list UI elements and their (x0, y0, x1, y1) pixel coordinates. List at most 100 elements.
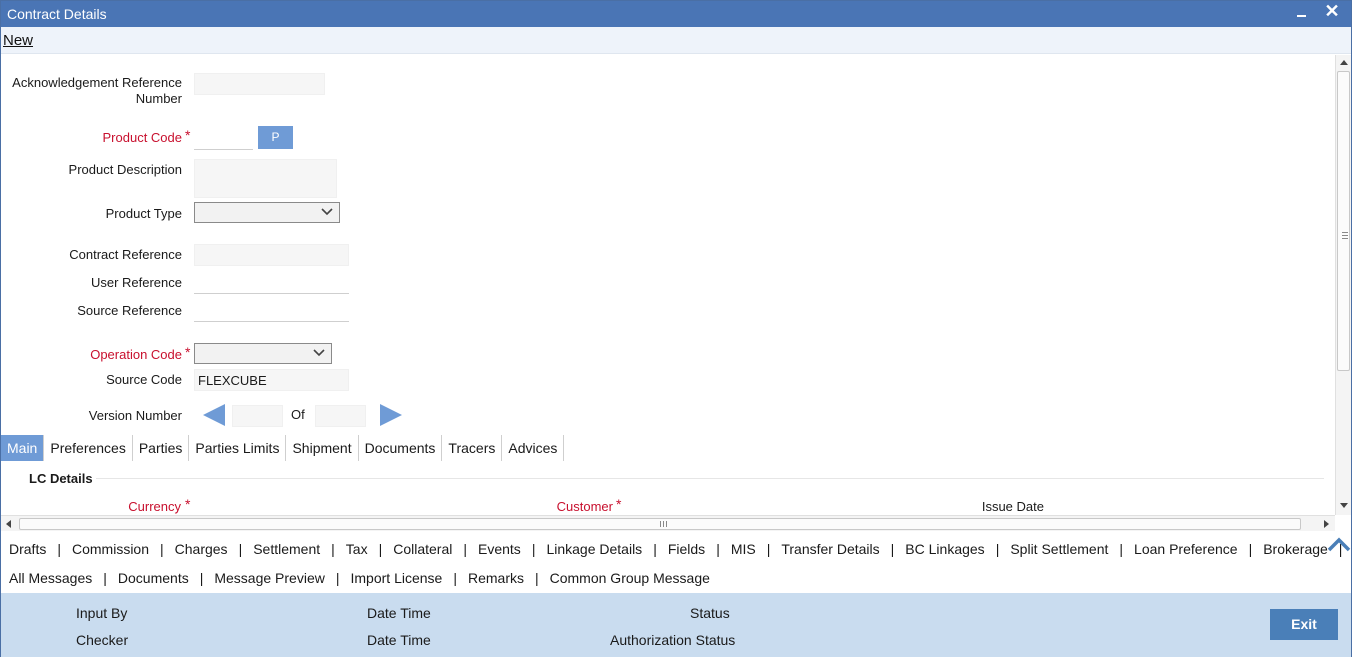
scroll-left-icon[interactable] (6, 520, 11, 528)
product-description-label: Product Description (68, 162, 182, 177)
arrow-left-icon[interactable] (203, 404, 225, 426)
version-of-label: Of (291, 407, 305, 422)
tab-shipment[interactable]: Shipment (286, 435, 359, 461)
link-message-preview[interactable]: Message Preview (214, 570, 325, 586)
tab-parties[interactable]: Parties (132, 435, 190, 461)
link-events[interactable]: Events (478, 541, 521, 557)
scroll-down-icon[interactable] (1340, 503, 1348, 508)
link-separator: | (766, 541, 771, 557)
link-separator: | (378, 541, 383, 557)
link-drafts[interactable]: Drafts (9, 541, 46, 557)
authorization-status-label: Authorization Status (610, 632, 736, 648)
input-by-label: Input By (76, 605, 128, 621)
scroll-up-icon[interactable] (1340, 60, 1348, 65)
tab-advices[interactable]: Advices (502, 435, 565, 461)
scroll-right-icon[interactable] (1324, 520, 1329, 528)
ack-ref-field[interactable] (194, 73, 325, 95)
link-separator: | (160, 541, 164, 557)
status-label: Status (690, 605, 730, 621)
product-code-field[interactable] (194, 127, 253, 150)
link-common-group-message[interactable]: Common Group Message (550, 570, 710, 586)
new-link[interactable]: New (3, 32, 33, 49)
contract-form: Acknowledgement Reference Number Product… (1, 55, 1335, 515)
vertical-scrollbar[interactable] (1335, 55, 1351, 515)
link-mis[interactable]: MIS (731, 541, 756, 557)
link-split-settlement[interactable]: Split Settlement (1010, 541, 1108, 557)
required-star: * (185, 496, 191, 512)
chevron-up-icon[interactable] (1327, 536, 1351, 552)
operation-code-select[interactable] (194, 343, 332, 364)
tab-preferences[interactable]: Preferences (44, 435, 133, 461)
link-collateral[interactable]: Collateral (393, 541, 452, 557)
close-icon[interactable]: ✕ (1323, 2, 1341, 22)
link-separator: | (890, 541, 895, 557)
grip-icon (1342, 232, 1348, 239)
product-code-label: Product Code (102, 130, 183, 145)
grip-icon (660, 521, 667, 527)
required-star: * (185, 127, 191, 143)
horizontal-scroll-thumb[interactable] (19, 518, 1301, 530)
subsystem-links: Drafts | Commission | Charges | Settlement | Tax… (1, 532, 1351, 593)
link-separator: | (653, 541, 657, 557)
version-number-label: Version Number (88, 408, 182, 423)
tab-bar: Main Preferences Parties Parties Limits … (1, 435, 565, 461)
product-lookup-button[interactable]: P (258, 126, 293, 149)
links-row-1: Drafts | Commission | Charges | Settlement | Tax… (9, 541, 1352, 557)
link-brokerage[interactable]: Brokerage (1263, 541, 1328, 557)
link-bc-linkages[interactable]: BC Linkages (905, 541, 984, 557)
currency-label: Currency (128, 499, 181, 514)
link-fields[interactable]: Fields (668, 541, 705, 557)
user-reference-field[interactable] (194, 272, 349, 294)
product-type-select[interactable] (194, 202, 340, 223)
horizontal-scrollbar[interactable] (1, 515, 1335, 531)
link-separator: | (1248, 541, 1253, 557)
tab-tracers[interactable]: Tracers (442, 435, 503, 461)
link-transfer-details[interactable]: Transfer Details (781, 541, 879, 557)
link-remarks[interactable]: Remarks (468, 570, 524, 586)
tab-parties-limits[interactable]: Parties Limits (189, 435, 287, 461)
section-divider (96, 478, 1324, 479)
tab-main[interactable]: Main (1, 435, 45, 461)
exit-button[interactable]: Exit (1270, 609, 1338, 640)
link-separator: | (534, 570, 539, 586)
operation-code-label: Operation Code (90, 347, 182, 362)
date-time-label: Date Time (367, 632, 431, 648)
source-code-value: FLEXCUBE (198, 373, 267, 388)
chevron-down-icon (313, 349, 325, 357)
link-documents[interactable]: Documents (118, 570, 189, 586)
link-all-messages[interactable]: All Messages (9, 570, 92, 586)
version-current-field[interactable] (232, 405, 283, 427)
link-separator: | (238, 541, 243, 557)
audit-footer: Input By Checker Date Time Date Time Sta… (1, 593, 1351, 657)
menu-bar: New (1, 27, 1351, 54)
link-import-license[interactable]: Import License (351, 570, 443, 586)
product-description-field[interactable] (194, 159, 337, 198)
arrow-right-icon[interactable] (380, 404, 402, 426)
date-time-label: Date Time (367, 605, 431, 621)
chevron-down-icon (321, 208, 333, 216)
link-charges[interactable]: Charges (175, 541, 228, 557)
link-linkage-details[interactable]: Linkage Details (546, 541, 642, 557)
link-separator: | (716, 541, 720, 557)
link-settlement[interactable]: Settlement (253, 541, 320, 557)
user-reference-label: User Reference (90, 275, 182, 290)
contract-reference-field[interactable] (194, 244, 349, 266)
source-reference-label: Source Reference (77, 303, 182, 318)
link-separator: | (463, 541, 467, 557)
version-total-field[interactable] (315, 405, 366, 427)
tab-documents[interactable]: Documents (358, 435, 443, 461)
source-code-field[interactable]: FLEXCUBE (194, 369, 349, 391)
minimize-icon[interactable] (1293, 4, 1309, 22)
product-type-label: Product Type (105, 206, 182, 221)
link-separator: | (103, 570, 107, 586)
issue-date-label: Issue Date (981, 499, 1044, 514)
window-title: Contract Details (7, 6, 107, 22)
contract-reference-label: Contract Reference (69, 247, 182, 262)
source-code-label: Source Code (106, 372, 182, 387)
link-loan-preference[interactable]: Loan Preference (1134, 541, 1238, 557)
link-commission[interactable]: Commission (72, 541, 149, 557)
vertical-scroll-thumb[interactable] (1337, 71, 1350, 371)
link-tax[interactable]: Tax (346, 541, 368, 557)
link-separator: | (57, 541, 61, 557)
source-reference-field[interactable] (194, 300, 349, 322)
